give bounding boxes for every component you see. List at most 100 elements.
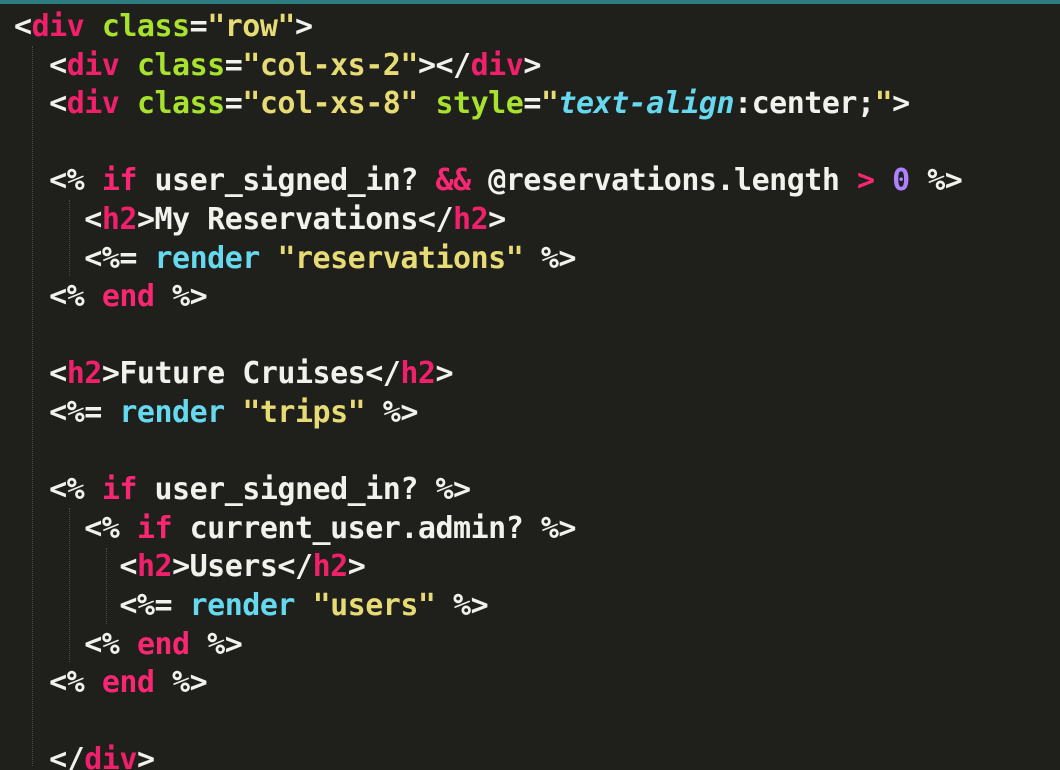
code-line[interactable]: <% if current_user.admin? %>	[14, 510, 962, 549]
code-token: <	[14, 9, 32, 44]
code-token: <	[84, 201, 102, 237]
code-token: <%	[49, 472, 85, 508]
code-line[interactable]	[14, 433, 962, 472]
code-token: >	[892, 86, 910, 122]
code-line[interactable]: <%= render "users" %>	[14, 587, 962, 626]
code-token: =	[189, 9, 208, 44]
code-line[interactable]	[14, 703, 962, 742]
code-token: @reservations.length	[470, 163, 857, 199]
code-token: >	[856, 163, 875, 199]
code-token: div	[470, 47, 524, 83]
code-line[interactable]: <h2>Future Cruises</h2>	[14, 355, 962, 394]
code-editor[interactable]: <div class="row"> <div class="col-xs-2">…	[0, 4, 1060, 770]
code-token: <%	[49, 163, 85, 199]
code-token: <	[49, 86, 67, 122]
code-token: "	[540, 86, 559, 122]
code-token: =	[523, 86, 541, 122]
code-line[interactable]: <h2>Users</h2>	[14, 548, 962, 587]
code-token: %>	[365, 394, 419, 430]
code-token: &&	[435, 163, 471, 199]
code-token: h2	[453, 201, 489, 237]
code-token: div	[31, 9, 85, 44]
code-token: "row"	[207, 9, 295, 44]
code-line[interactable]: <%= render "reservations" %>	[14, 240, 962, 279]
code-token: >My Reservations</	[136, 201, 454, 237]
code-line[interactable]: <div class="row">	[14, 8, 962, 47]
code-token: <	[49, 356, 67, 392]
code-line[interactable]: <% if user_signed_in? %>	[14, 471, 962, 510]
code-token: >	[435, 356, 454, 392]
code-token: div	[66, 47, 120, 83]
code-token: <%=	[84, 240, 137, 276]
code-token: current_user.admin? %>	[172, 510, 577, 546]
code-token: text-align	[558, 86, 735, 122]
code-line[interactable]: <% end %>	[14, 664, 962, 703]
code-token: "	[874, 86, 893, 122]
code-token: render	[189, 587, 296, 623]
code-token: <	[49, 47, 67, 83]
code-line[interactable]: <div class="col-xs-8" style="text-align:…	[14, 85, 962, 124]
code-line[interactable]: <%= render "trips" %>	[14, 394, 962, 433]
code-token: <%	[84, 626, 120, 662]
code-token: <%=	[49, 394, 102, 430]
code-token: end	[136, 626, 190, 662]
code-token: class	[136, 47, 225, 83]
code-token: >	[347, 549, 366, 585]
code-token: %>	[154, 279, 208, 315]
code-line[interactable]	[14, 317, 962, 356]
code-token: "col-xs-2"	[242, 47, 418, 83]
code-token: %>	[523, 240, 577, 276]
code-token: <%	[49, 279, 85, 315]
code-line[interactable]: <% end %>	[14, 278, 962, 317]
code-token: if	[101, 163, 138, 199]
code-line[interactable]: <% end %>	[14, 626, 962, 665]
code-token: "users"	[312, 587, 436, 623]
code-token: render	[119, 394, 225, 430]
code-line[interactable]: <h2>My Reservations</h2>	[14, 201, 962, 240]
code-line[interactable]	[14, 124, 962, 163]
code-token: >	[295, 9, 313, 44]
code-line[interactable]: <div class="col-xs-2"></div>	[14, 47, 962, 86]
code-token: <%=	[119, 587, 173, 623]
code-token: >	[523, 47, 541, 83]
code-token: %>	[909, 163, 963, 199]
code-token: >	[136, 742, 155, 770]
code-token: >Users</	[172, 549, 313, 585]
code-token: :center;	[734, 86, 875, 122]
code-token: %>	[154, 665, 208, 701]
code-token: class	[136, 86, 225, 122]
code-token: div	[66, 86, 120, 122]
code-token: div	[84, 742, 137, 770]
code-token: if	[101, 472, 138, 508]
code-token: end	[101, 279, 155, 315]
code-line[interactable]: <% if user_signed_in? && @reservations.l…	[14, 162, 963, 201]
code-line[interactable]: </div>	[14, 741, 962, 770]
code-token: "trips"	[242, 394, 366, 430]
code-token: </	[49, 742, 85, 770]
